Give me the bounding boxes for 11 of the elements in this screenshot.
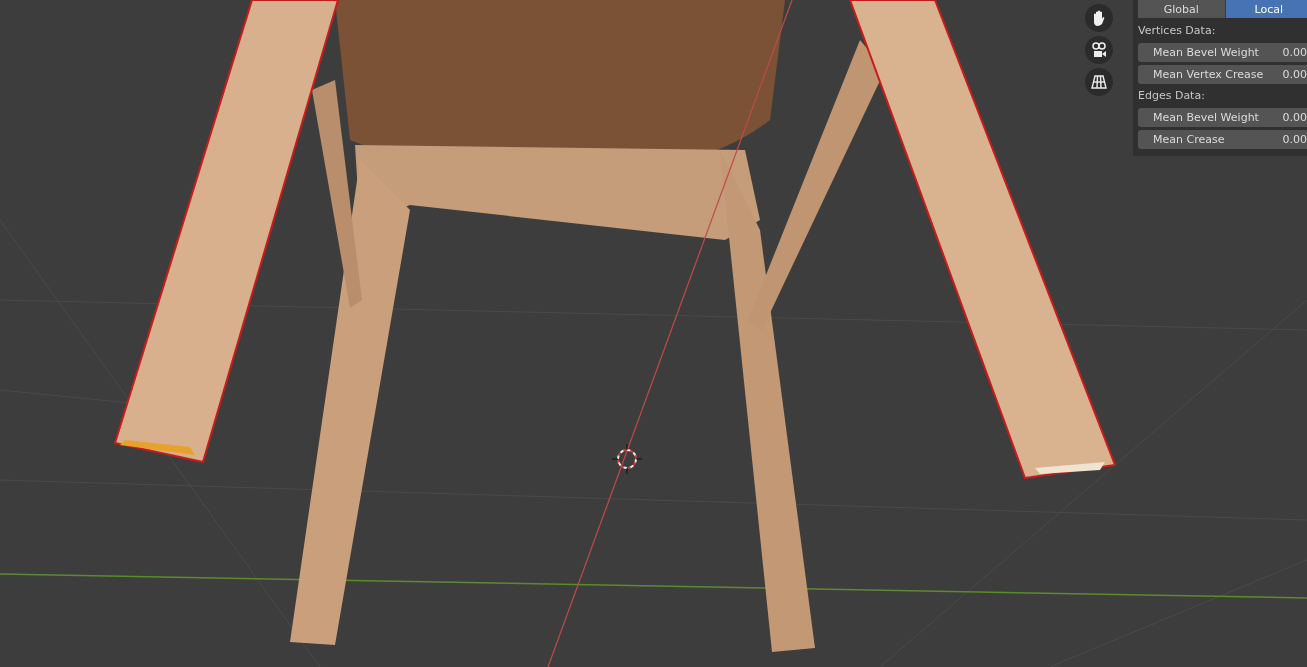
section-label: Vertices Data: [1138,23,1217,39]
orientation-tab[interactable]: Global [1138,0,1226,18]
number-field[interactable]: Mean Vertex Crease 0.00 [1138,65,1307,84]
number-field[interactable]: Mean Bevel Weight 0.00 [1138,108,1307,127]
camera-icon [1090,41,1108,59]
orientation-tab[interactable]: Local [1225,0,1307,18]
number-field[interactable]: Mean Crease 0.00 [1138,130,1307,149]
number-field[interactable]: Mean Bevel Weight 0.00 [1138,43,1307,62]
grid-icon [1090,73,1108,91]
cursor-icon [611,443,643,475]
section-label: Edges Data: [1138,88,1206,104]
